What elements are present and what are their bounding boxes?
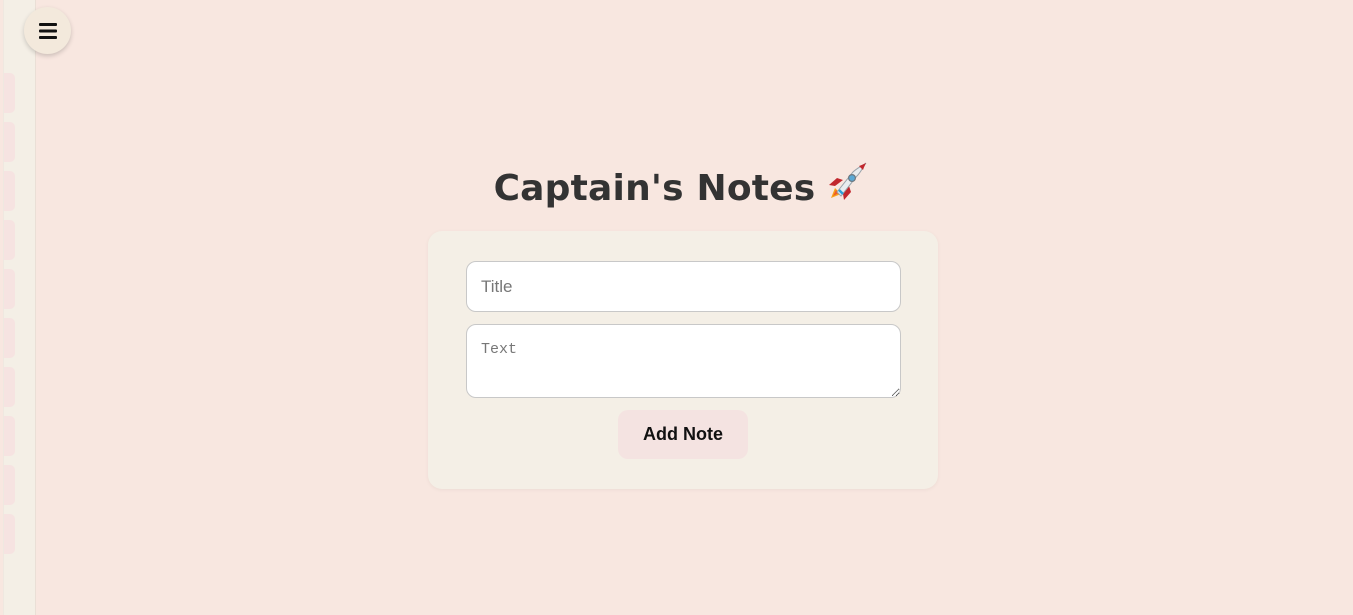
sidebar-note-tab[interactable] (4, 122, 15, 162)
sidebar-note-tab[interactable] (4, 416, 15, 456)
add-note-button[interactable]: Add Note (618, 410, 748, 459)
title-input[interactable] (466, 261, 901, 312)
sidebar-note-tab[interactable] (4, 73, 15, 113)
page-title: Captain's Notes (0, 160, 1353, 213)
sidebar-note-tab[interactable] (4, 318, 15, 358)
sidebar-note-tab[interactable] (4, 269, 15, 309)
hamburger-menu-icon (38, 22, 57, 39)
sidebar-note-tab[interactable] (4, 465, 15, 505)
sidebar-toggle-button[interactable] (24, 7, 71, 54)
text-input[interactable] (466, 324, 901, 398)
note-form-card: Add Note (428, 231, 938, 489)
sidebar-note-tab[interactable] (4, 514, 15, 554)
rocket-icon (825, 160, 869, 213)
sidebar (3, 0, 36, 615)
sidebar-note-tab[interactable] (4, 220, 15, 260)
sidebar-note-tab[interactable] (4, 367, 15, 407)
page-title-text: Captain's Notes (493, 168, 816, 209)
